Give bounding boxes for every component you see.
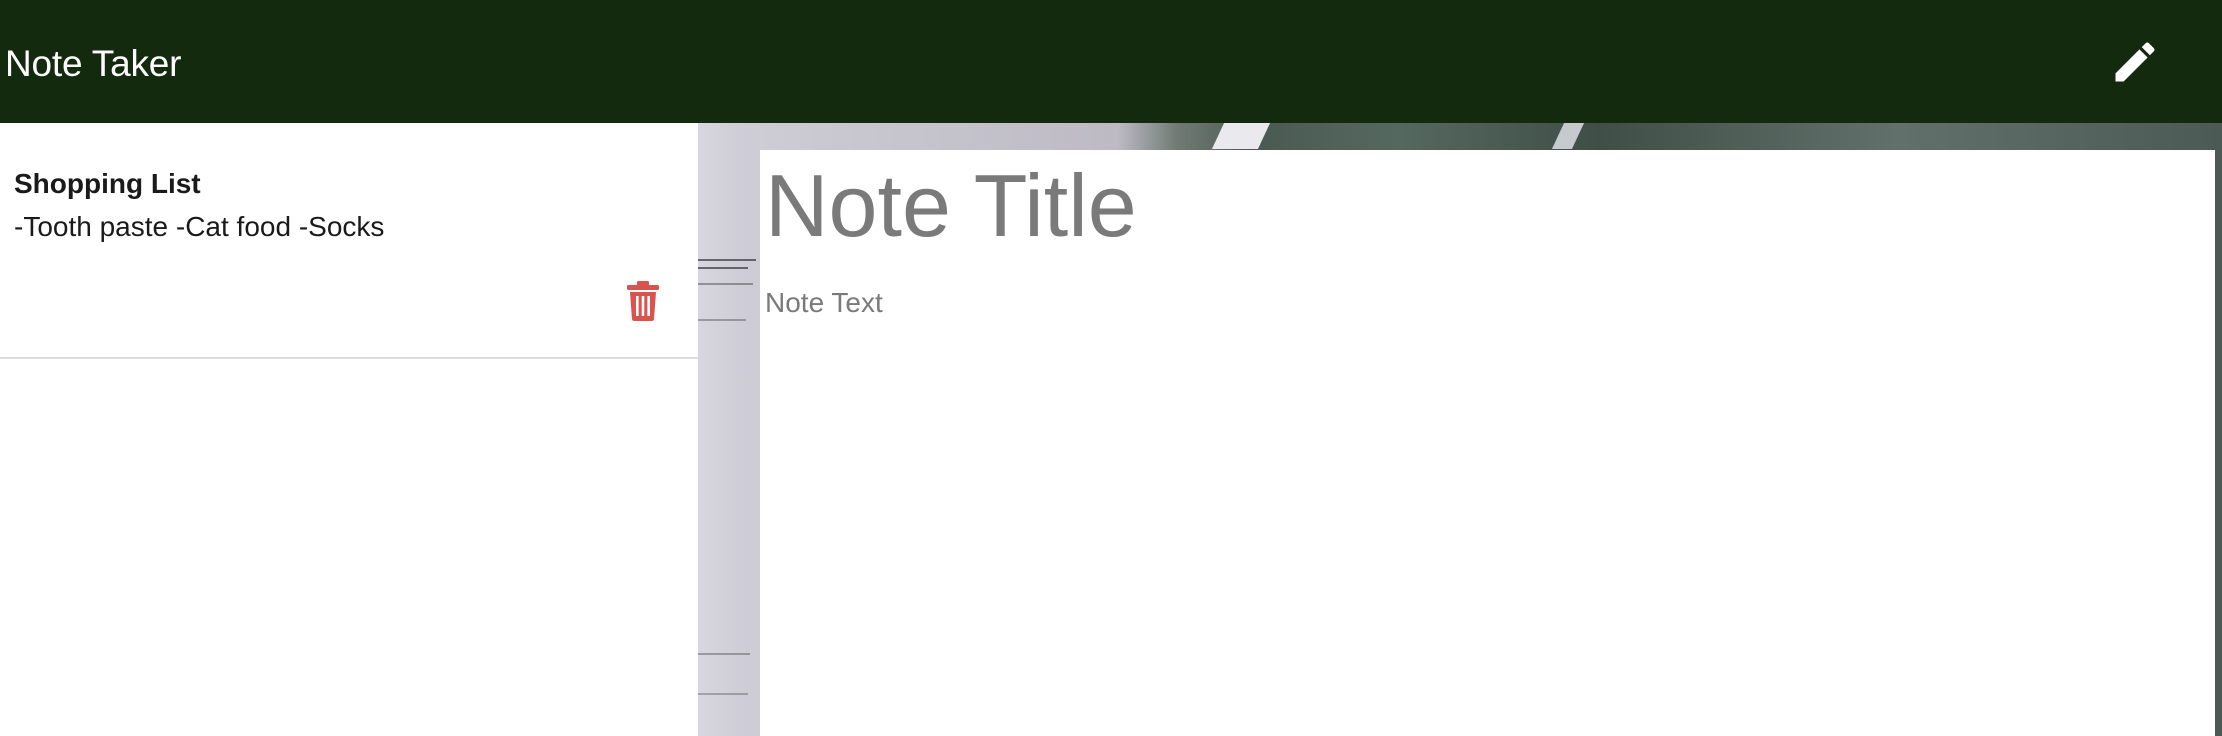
pencil-icon	[2115, 41, 2155, 81]
navbar: Note Taker	[0, 0, 2222, 123]
background-streak	[698, 693, 748, 695]
background-streak	[698, 319, 746, 321]
list-item[interactable]: Shopping List -Tooth paste -Cat food -So…	[0, 123, 698, 359]
trash-icon	[627, 281, 659, 321]
note-item-text: -Tooth paste -Cat food -Socks	[14, 210, 385, 242]
background-fold	[1211, 123, 1271, 149]
background-streak	[698, 259, 756, 261]
background-streak	[698, 283, 753, 285]
background-streak	[698, 653, 750, 655]
brand-title[interactable]: Note Taker	[5, 43, 181, 85]
note-title-input[interactable]	[765, 155, 1965, 257]
background-fold	[1551, 123, 1585, 149]
notes-list: Shopping List -Tooth paste -Cat food -So…	[0, 123, 698, 736]
note-editor	[760, 150, 2215, 736]
delete-note-button[interactable]	[626, 281, 660, 321]
note-text-input[interactable]	[765, 287, 2185, 707]
note-item-title: Shopping List	[14, 168, 201, 199]
new-note-button[interactable]	[2100, 27, 2170, 97]
background-streak	[698, 267, 748, 269]
